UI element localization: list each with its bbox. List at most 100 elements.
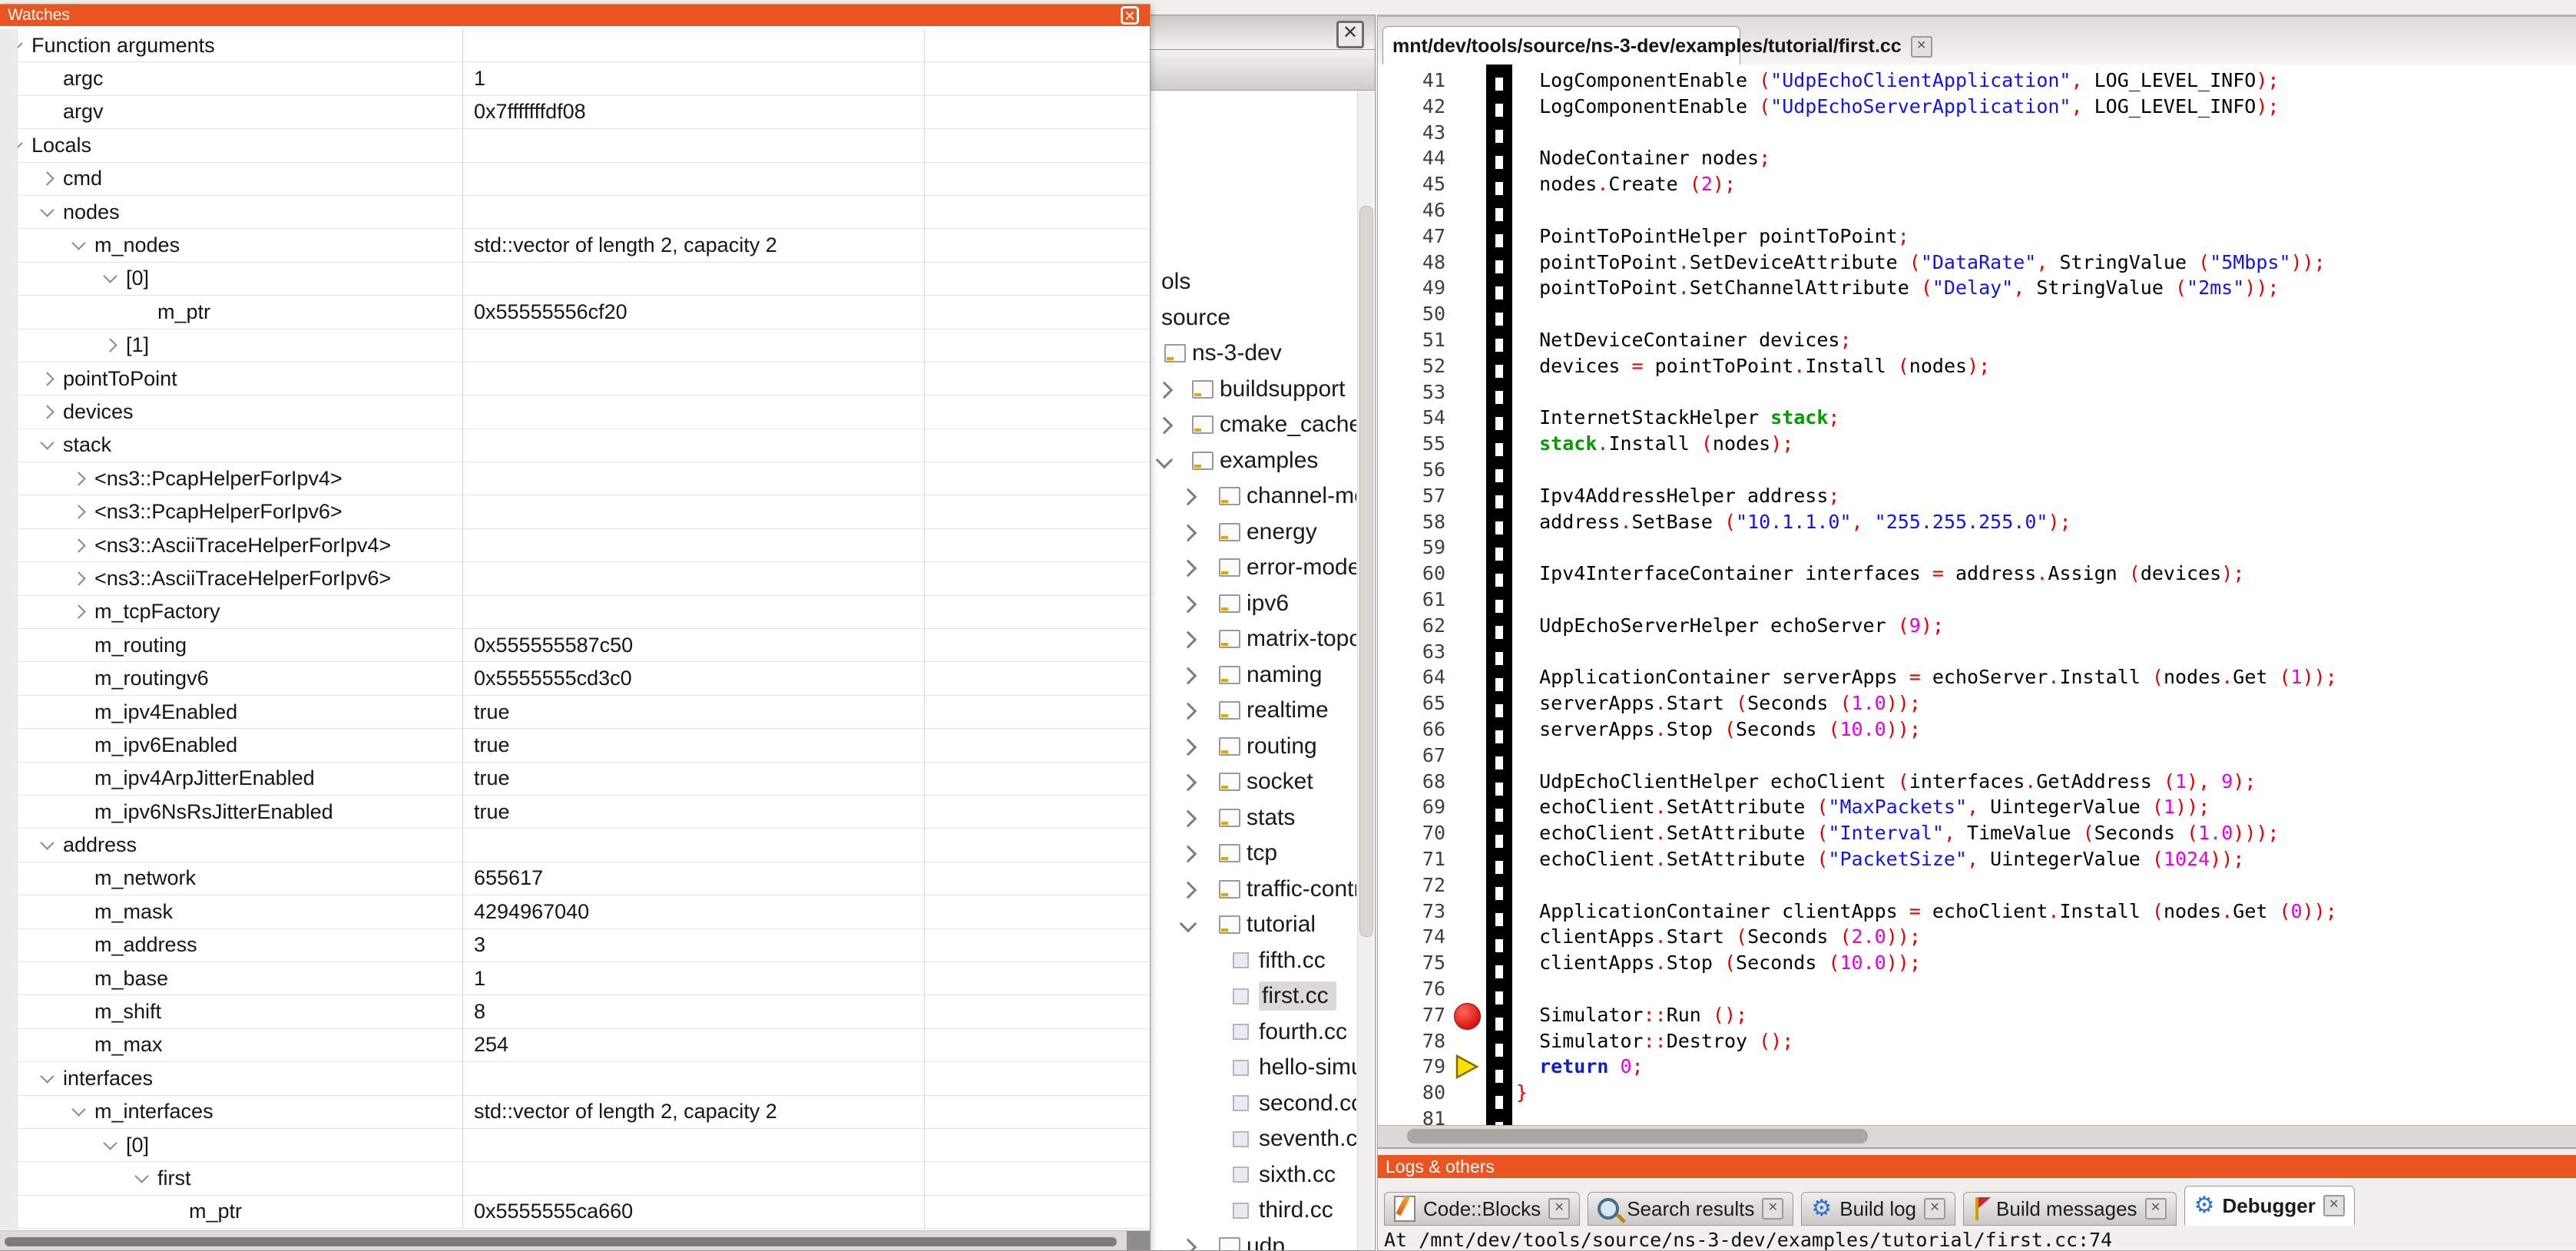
tree-item-matrix-topology[interactable]: matrix-topology — [1150, 621, 1356, 657]
line-number[interactable]: 74 — [1378, 924, 1445, 950]
watch-row[interactable]: interfaces — [0, 1062, 1150, 1095]
code-line-68[interactable]: 68 UdpEchoClientHelper echoClient (inter… — [1378, 769, 2576, 795]
tree-item-ns-3-dev[interactable]: ns-3-dev — [1150, 336, 1356, 371]
chevron-down-icon[interactable] — [134, 1169, 148, 1183]
chevron-right-icon[interactable] — [71, 538, 85, 552]
tree-item-ipv6[interactable]: ipv6 — [1150, 586, 1356, 621]
line-number[interactable]: 55 — [1378, 431, 1445, 457]
tree-item-fourth-cc[interactable]: fourth.cc — [1150, 1014, 1356, 1050]
chevron-right-icon[interactable] — [1180, 774, 1197, 792]
code-line-51[interactable]: 51 NetDeviceContainer devices; — [1378, 327, 2576, 353]
line-number[interactable]: 76 — [1378, 976, 1445, 1002]
tree-item-error-model[interactable]: error-model — [1150, 550, 1356, 585]
code-line-69[interactable]: 69 echoClient.SetAttribute ("MaxPackets"… — [1378, 794, 2576, 820]
chevron-down-icon[interactable] — [1156, 451, 1174, 468]
watch-row[interactable]: stack — [0, 429, 1150, 462]
close-icon[interactable]: ✕ — [2323, 1195, 2345, 1216]
chevron-right-icon[interactable] — [1180, 667, 1197, 684]
tree-item-sixth-cc[interactable]: sixth.cc — [1150, 1157, 1356, 1193]
watch-row[interactable]: m_ipv4ArpJitterEnabledtrue — [0, 763, 1150, 796]
watch-row[interactable]: m_max254 — [0, 1029, 1150, 1062]
code-line-64[interactable]: 64 ApplicationContainer serverApps = ech… — [1378, 664, 2576, 690]
watch-row[interactable]: Locals — [0, 129, 1150, 162]
chevron-right-icon[interactable] — [40, 372, 54, 386]
line-number[interactable]: 52 — [1378, 353, 1445, 379]
line-number[interactable]: 58 — [1378, 509, 1445, 535]
line-number[interactable]: 80 — [1378, 1080, 1445, 1106]
line-number[interactable]: 78 — [1378, 1028, 1445, 1054]
line-number[interactable]: 60 — [1378, 561, 1445, 587]
line-number[interactable]: 65 — [1378, 690, 1445, 717]
watch-row[interactable]: <ns3::PcapHelperForIpv6> — [0, 495, 1150, 528]
code-line-53[interactable]: 53 — [1378, 379, 2576, 405]
chevron-down-icon[interactable] — [40, 203, 54, 217]
code-line-45[interactable]: 45 nodes.Create (2); — [1378, 171, 2576, 197]
chevron-right-icon[interactable] — [1180, 524, 1197, 541]
logs-tab-search-results[interactable]: Search results✕ — [1588, 1192, 1793, 1226]
watch-row[interactable]: [1] — [0, 329, 1150, 362]
line-number[interactable]: 67 — [1378, 743, 1445, 769]
code-line-65[interactable]: 65 serverApps.Start (Seconds (1.0)); — [1378, 690, 2576, 717]
code-line-43[interactable]: 43 — [1378, 120, 2576, 146]
line-number[interactable]: 75 — [1378, 950, 1445, 976]
line-number[interactable]: 64 — [1378, 664, 1445, 690]
chevron-right-icon[interactable] — [71, 472, 85, 485]
chevron-down-icon[interactable] — [40, 436, 54, 450]
code-line-47[interactable]: 47 PointToPointHelper pointToPoint; — [1378, 223, 2576, 250]
code-line-79[interactable]: 79 return 0; — [1378, 1054, 2576, 1080]
chevron-down-icon[interactable] — [103, 1136, 117, 1150]
code-line-73[interactable]: 73 ApplicationContainer clientApps = ech… — [1378, 899, 2576, 925]
code-line-71[interactable]: 71 echoClient.SetAttribute ("PacketSize"… — [1378, 846, 2576, 872]
chevron-right-icon[interactable] — [1180, 809, 1197, 827]
tree-scrollbar-thumb[interactable] — [1359, 206, 1373, 937]
code-line-61[interactable]: 61 — [1378, 587, 2576, 613]
code-line-81[interactable]: 81 — [1378, 1106, 2576, 1126]
chevron-right-icon[interactable] — [1180, 1238, 1197, 1250]
code-line-58[interactable]: 58 address.SetBase ("10.1.1.0", "255.255… — [1378, 509, 2576, 535]
watch-row[interactable]: <ns3::PcapHelperForIpv4> — [0, 462, 1150, 495]
chevron-right-icon[interactable] — [1180, 703, 1197, 720]
chevron-right-icon[interactable] — [103, 339, 117, 352]
line-number[interactable]: 43 — [1378, 120, 1445, 146]
tree-item-second-cc[interactable]: second.cc — [1150, 1086, 1356, 1121]
line-number[interactable]: 59 — [1378, 534, 1445, 561]
watch-row[interactable]: m_base1 — [0, 962, 1150, 995]
line-number[interactable]: 48 — [1378, 250, 1445, 276]
line-number[interactable]: 73 — [1378, 899, 1445, 925]
chevron-down-icon[interactable] — [1180, 915, 1197, 933]
chevron-right-icon[interactable] — [40, 172, 54, 186]
chevron-right-icon[interactable] — [1180, 846, 1197, 863]
close-icon[interactable]: ✕ — [1911, 36, 1932, 58]
code-line-80[interactable]: 80} — [1378, 1080, 2576, 1106]
chevron-right-icon[interactable] — [1180, 738, 1197, 756]
watch-row[interactable]: m_ptr0x55555556cf20 — [0, 296, 1150, 329]
line-number[interactable]: 47 — [1378, 223, 1445, 250]
chevron-right-icon[interactable] — [1156, 417, 1174, 435]
code-line-49[interactable]: 49 pointToPoint.SetChannelAttribute ("De… — [1378, 275, 2576, 301]
logs-tab-code-blocks[interactable]: Code::Blocks✕ — [1384, 1192, 1580, 1226]
tree-item-traffic-control[interactable]: traffic-control — [1150, 872, 1356, 907]
line-number[interactable]: 62 — [1378, 613, 1445, 639]
line-number[interactable]: 45 — [1378, 171, 1445, 197]
line-number[interactable]: 61 — [1378, 587, 1445, 613]
watch-row[interactable]: m_mask4294967040 — [0, 895, 1150, 928]
code-line-56[interactable]: 56 — [1378, 457, 2576, 483]
watches-title-bar[interactable]: Watches — [0, 5, 1150, 26]
line-number[interactable]: 68 — [1378, 769, 1445, 795]
line-number[interactable]: 50 — [1378, 301, 1445, 327]
close-icon[interactable]: ✕ — [1121, 6, 1139, 25]
logs-tab-build-messages[interactable]: Build messages✕ — [1963, 1192, 2177, 1226]
tree-item-realtime[interactable]: realtime — [1150, 693, 1356, 728]
close-icon[interactable]: ✕ — [1548, 1198, 1570, 1220]
code-line-67[interactable]: 67 — [1378, 743, 2576, 769]
code-line-60[interactable]: 60 Ipv4InterfaceContainer interfaces = a… — [1378, 561, 2576, 587]
watch-row[interactable]: <ns3::AsciiTraceHelperForIpv4> — [0, 529, 1150, 562]
watch-row[interactable]: argc1 — [0, 62, 1150, 95]
chevron-right-icon[interactable] — [71, 605, 85, 619]
line-number[interactable]: 57 — [1378, 483, 1445, 509]
line-number[interactable]: 69 — [1378, 794, 1445, 820]
tree-item-channel-models[interactable]: channel-models — [1150, 478, 1356, 514]
line-number[interactable]: 66 — [1378, 717, 1445, 743]
tree-item-first-cc[interactable]: first.cc — [1150, 978, 1356, 1014]
code-line-42[interactable]: 42 LogComponentEnable ("UdpEchoServerApp… — [1378, 94, 2576, 120]
